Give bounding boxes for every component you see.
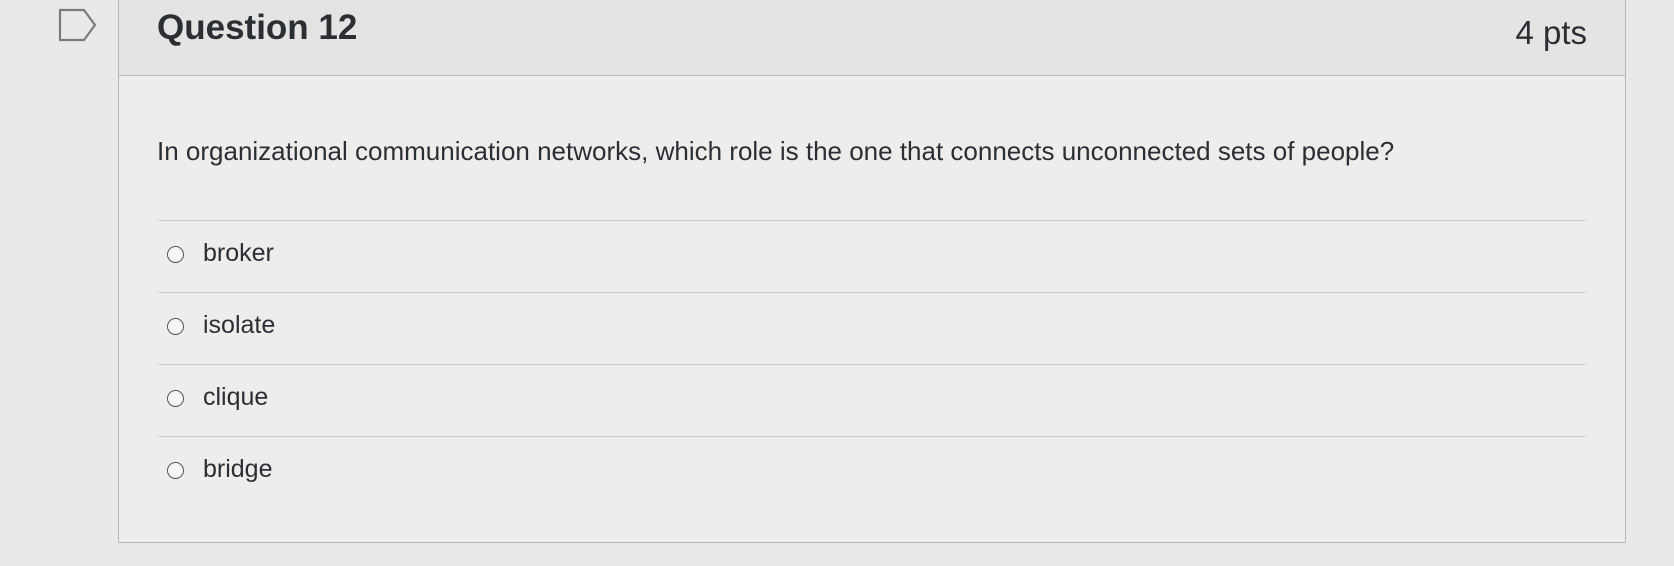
answer-label[interactable]: bridge [203, 455, 273, 484]
answer-option-broker[interactable]: broker [157, 221, 1587, 293]
radio-button[interactable] [167, 246, 184, 263]
question-points: 4 pts [1515, 14, 1587, 51]
answer-label[interactable]: clique [203, 383, 268, 412]
flag-question-icon[interactable] [58, 8, 98, 42]
radio-button[interactable] [167, 390, 184, 407]
answer-list: broker isolate clique bridge [157, 220, 1587, 508]
answer-label[interactable]: broker [203, 239, 274, 268]
question-title: Question 12 [157, 8, 358, 47]
answer-label[interactable]: isolate [203, 311, 275, 340]
radio-button[interactable] [167, 318, 184, 335]
question-header: Question 12 4 pts [119, 0, 1625, 76]
question-card: Question 12 4 pts In organizational comm… [118, 0, 1626, 543]
answer-option-bridge[interactable]: bridge [157, 437, 1587, 508]
answer-option-isolate[interactable]: isolate [157, 293, 1587, 365]
answer-option-clique[interactable]: clique [157, 365, 1587, 437]
question-text: In organizational communication networks… [157, 136, 1395, 166]
radio-button[interactable] [167, 462, 184, 479]
